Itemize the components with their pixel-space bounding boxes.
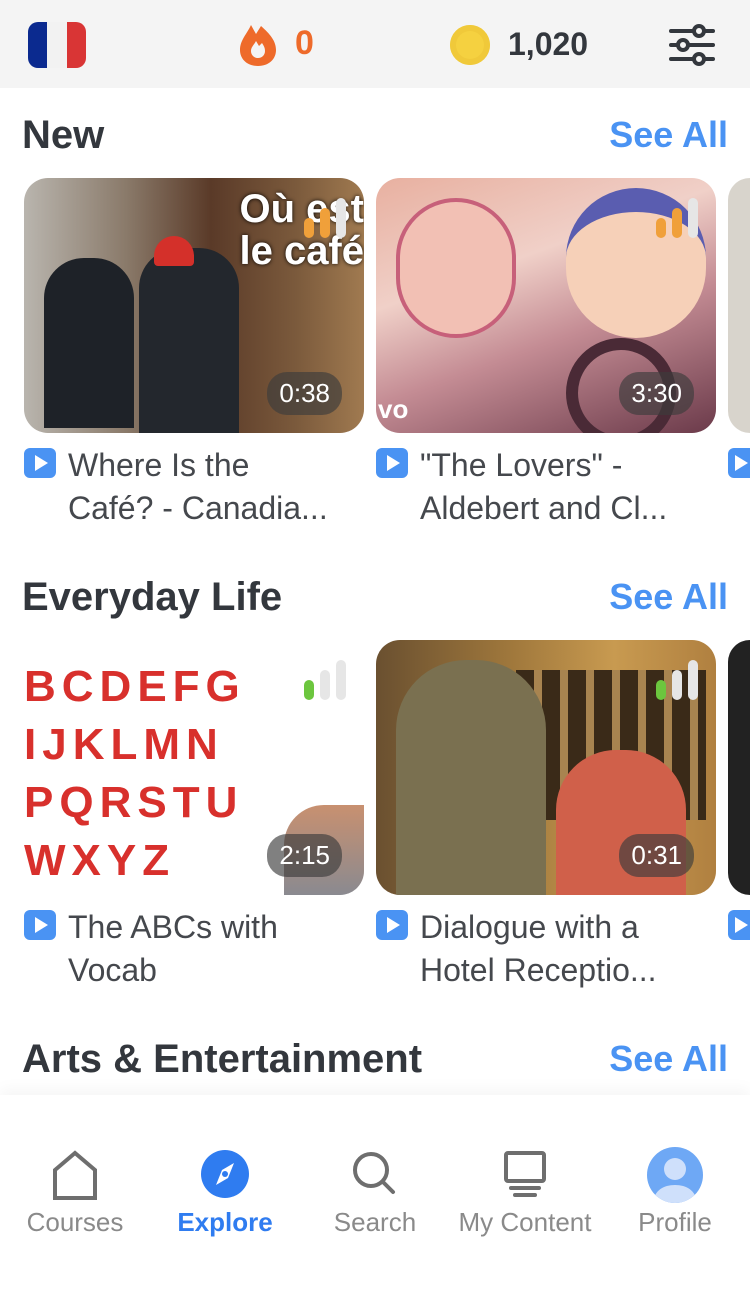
video-title[interactable]: The ABCs with Vocab — [68, 906, 368, 992]
video-play-icon — [376, 448, 408, 478]
difficulty-level-indicator — [304, 198, 346, 238]
video-card-the-lovers[interactable]: vo 3:30 — [376, 178, 716, 433]
video-play-icon — [728, 448, 750, 478]
difficulty-level-indicator — [304, 660, 346, 700]
video-card-peek[interactable] — [728, 640, 750, 895]
tab-label: Courses — [26, 1207, 124, 1237]
video-duration: 2:15 — [267, 834, 342, 877]
top-bar: 0 1,020 — [0, 0, 750, 88]
video-duration: 0:38 — [267, 372, 342, 415]
section-title-new: New — [22, 113, 105, 157]
search-icon — [353, 1152, 395, 1194]
tab-label: Search — [333, 1207, 417, 1237]
video-title[interactable]: "The Lovers" - Aldebert and Cl... — [420, 444, 720, 530]
video-card-where-is-cafe[interactable]: Où est le café 0:38 — [24, 178, 364, 433]
section-title-everyday-life: Everyday Life — [22, 575, 283, 619]
bottom-tab-bar: Courses Explore Search My Content Profil… — [0, 1095, 750, 1294]
compass-icon — [201, 1150, 249, 1198]
flame-icon — [240, 25, 276, 66]
video-play-icon — [24, 448, 56, 478]
video-duration: 3:30 — [619, 372, 694, 415]
video-play-icon — [24, 910, 56, 940]
video-card-abcs[interactable]: BCDEFG IJKLMN PQRSTU WXYZ 2:15 — [24, 640, 364, 895]
video-duration: 0:31 — [619, 834, 694, 877]
tab-label: Profile — [638, 1207, 712, 1237]
coin-icon — [450, 25, 490, 65]
avatar-icon — [647, 1147, 703, 1203]
see-all-arts-button[interactable]: See All — [609, 1038, 728, 1080]
video-title[interactable]: Dialogue with a Hotel Receptio... — [420, 906, 720, 992]
streak-count[interactable]: 0 — [295, 24, 314, 63]
section-title-arts-entertainment: Arts & Entertainment — [22, 1037, 423, 1081]
video-play-icon — [376, 910, 408, 940]
coin-count[interactable]: 1,020 — [508, 26, 588, 63]
video-title[interactable]: Where Is the Café? - Canadia... — [68, 444, 368, 530]
video-play-icon — [728, 910, 750, 940]
france-flag-icon[interactable] — [28, 22, 86, 68]
monitor-icon — [504, 1151, 546, 1197]
tab-label: Explore — [177, 1207, 273, 1237]
see-all-everyday-life-button[interactable]: See All — [609, 576, 728, 618]
difficulty-level-indicator — [656, 660, 698, 700]
settings-sliders-icon[interactable] — [668, 24, 716, 66]
tab-label: My Content — [458, 1207, 592, 1237]
vevo-watermark: vo — [378, 394, 409, 424]
home-icon — [53, 1150, 97, 1200]
video-card-hotel-reception[interactable]: 0:31 — [376, 640, 716, 895]
thumbnail-letters: BCDEFG IJKLMN PQRSTU WXYZ — [24, 662, 246, 885]
video-card-peek[interactable] — [728, 178, 750, 433]
difficulty-level-indicator — [656, 198, 698, 238]
see-all-new-button[interactable]: See All — [609, 114, 728, 156]
